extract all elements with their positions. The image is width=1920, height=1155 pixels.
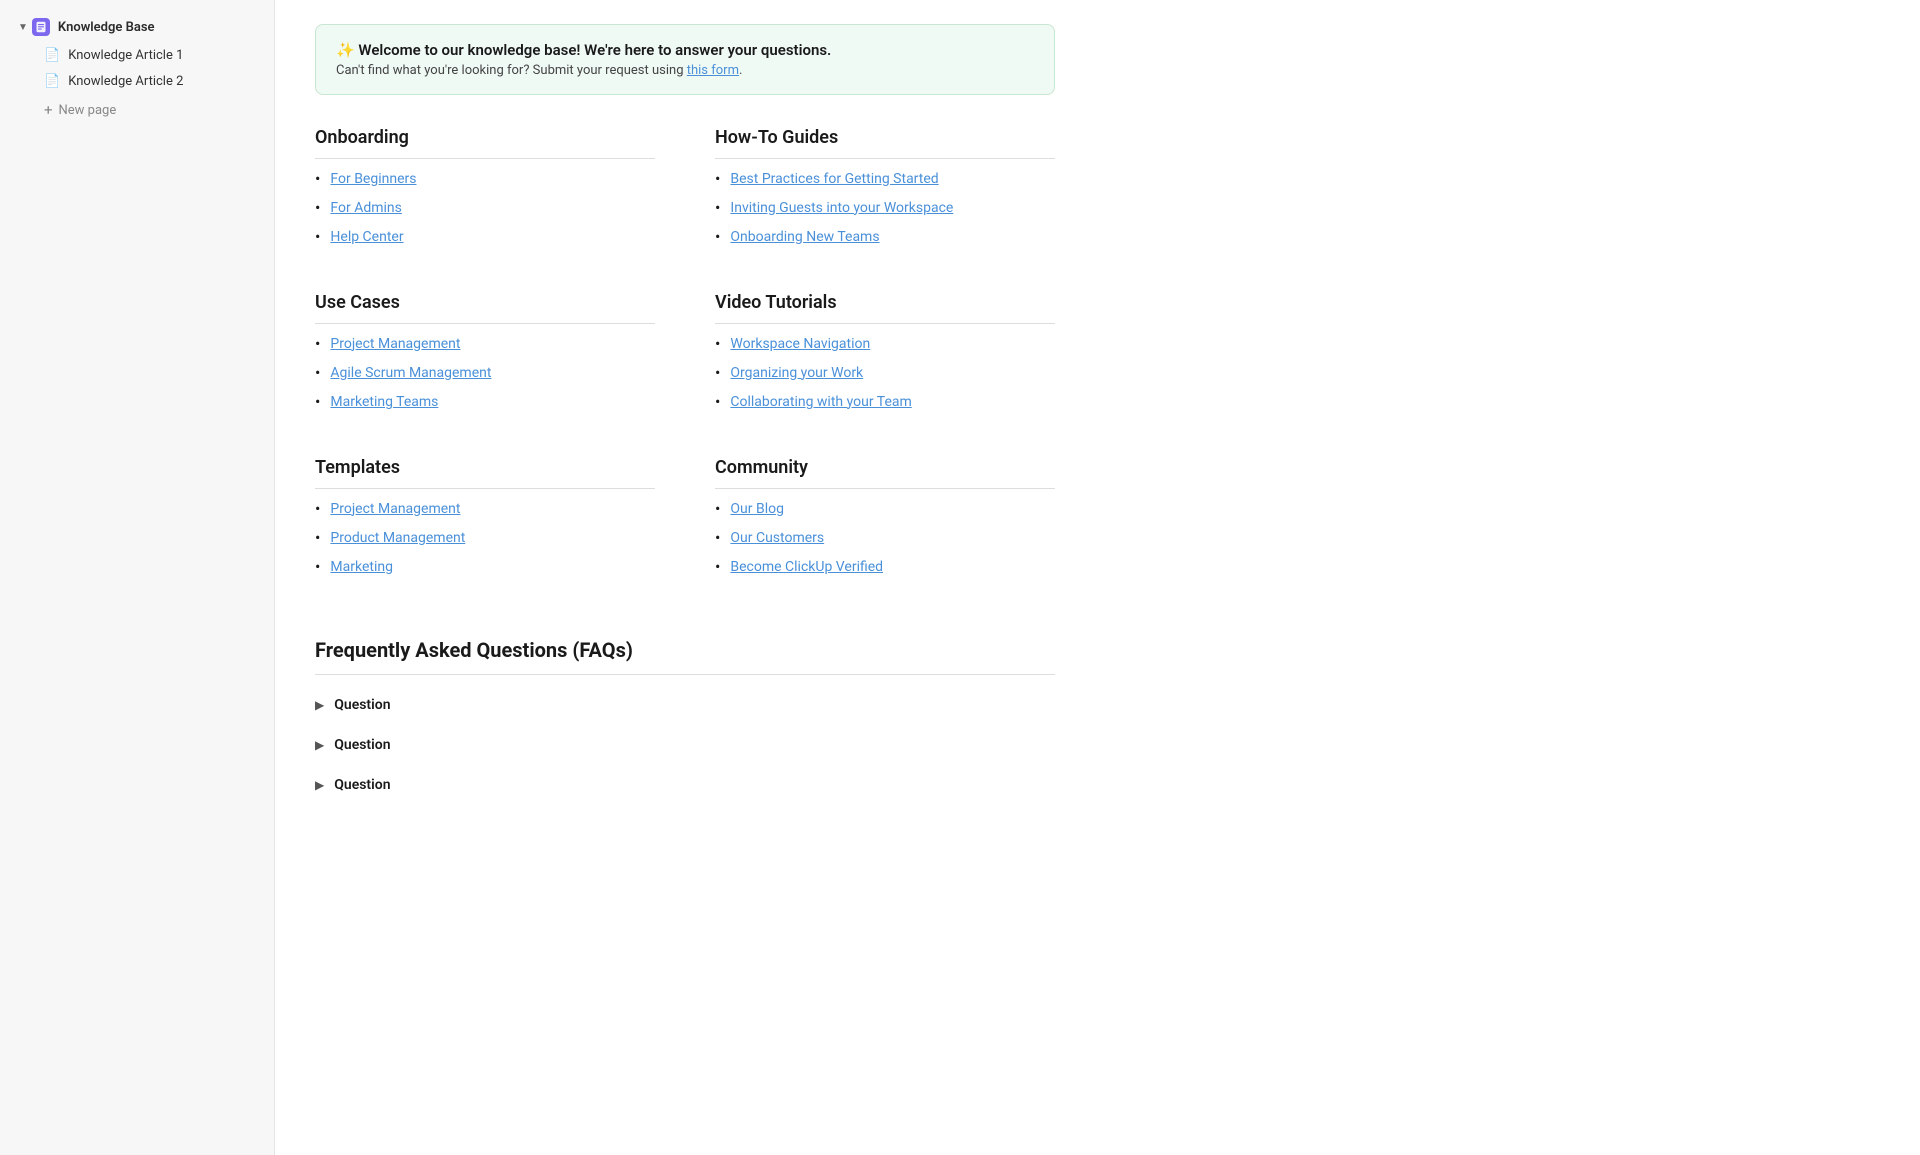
plus-icon: +	[44, 101, 53, 119]
link-workspace-navigation[interactable]: Workspace Navigation	[730, 336, 870, 352]
sidebar-root-label: Knowledge Base	[58, 20, 155, 35]
section-templates-title: Templates	[315, 457, 655, 489]
welcome-title: ✨ Welcome to our knowledge base! We're h…	[336, 41, 1034, 59]
welcome-title-text: Welcome to our knowledge base! We're her…	[358, 41, 831, 59]
list-item: Product Management	[315, 528, 655, 547]
link-clickup-verified[interactable]: Become ClickUp Verified	[730, 559, 883, 575]
link-best-practices[interactable]: Best Practices for Getting Started	[730, 171, 938, 187]
document-icon-1: 📄	[44, 48, 60, 63]
faq-arrow-icon-2: ▶	[315, 738, 324, 752]
sidebar: ▼ Knowledge Base 📄 Knowledge Article 1 📄…	[0, 0, 275, 1155]
section-how-to-guides: How-To Guides Best Practices for Getting…	[715, 127, 1055, 256]
chevron-down-icon: ▼	[18, 22, 28, 33]
list-item: Inviting Guests into your Workspace	[715, 198, 1055, 217]
link-organizing-work[interactable]: Organizing your Work	[730, 365, 863, 381]
sidebar-child-label-1: Knowledge Article 1	[68, 48, 183, 63]
list-item: Organizing your Work	[715, 363, 1055, 382]
list-item: Agile Scrum Management	[315, 363, 655, 382]
welcome-icon: ✨	[336, 41, 355, 59]
link-project-mgmt[interactable]: Project Management	[330, 336, 460, 352]
new-page-label: New page	[59, 103, 117, 118]
welcome-banner: ✨ Welcome to our knowledge base! We're h…	[315, 24, 1055, 95]
list-item: Our Blog	[715, 499, 1055, 518]
list-item: Collaborating with your Team	[715, 392, 1055, 411]
list-item: Help Center	[315, 227, 655, 246]
section-templates-list: Project Management Product Management Ma…	[315, 499, 655, 576]
faq-arrow-icon-1: ▶	[315, 698, 324, 712]
section-how-to-title: How-To Guides	[715, 127, 1055, 159]
section-onboarding-list: For Beginners For Admins Help Center	[315, 169, 655, 246]
section-how-to-list: Best Practices for Getting Started Invit…	[715, 169, 1055, 246]
main-content: ✨ Welcome to our knowledge base! We're h…	[275, 0, 1920, 1155]
faq-question-3: Question	[334, 777, 390, 793]
faq-title: Frequently Asked Questions (FAQs)	[315, 638, 1055, 675]
link-onboarding-new-teams[interactable]: Onboarding New Teams	[730, 229, 879, 245]
new-page-button[interactable]: + New page	[34, 96, 268, 124]
section-community: Community Our Blog Our Customers Become …	[715, 457, 1055, 586]
list-item: For Beginners	[315, 169, 655, 188]
sidebar-item-article-1[interactable]: 📄 Knowledge Article 1	[34, 43, 268, 68]
faq-item-1[interactable]: ▶ Question	[315, 685, 1055, 725]
link-marketing[interactable]: Marketing	[330, 559, 393, 575]
list-item: Workspace Navigation	[715, 334, 1055, 353]
list-item: Our Customers	[715, 528, 1055, 547]
document-icon-2: 📄	[44, 74, 60, 89]
section-onboarding-title: Onboarding	[315, 127, 655, 159]
section-video-tutorials: Video Tutorials Workspace Navigation Org…	[715, 292, 1055, 421]
faq-question-1: Question	[334, 697, 390, 713]
link-for-admins[interactable]: For Admins	[330, 200, 401, 216]
knowledge-base-icon	[32, 18, 50, 36]
sidebar-children: 📄 Knowledge Article 1 📄 Knowledge Articl…	[28, 43, 274, 94]
link-inviting-guests[interactable]: Inviting Guests into your Workspace	[730, 200, 953, 216]
section-community-list: Our Blog Our Customers Become ClickUp Ve…	[715, 499, 1055, 576]
sidebar-child-label-2: Knowledge Article 2	[68, 74, 183, 89]
faq-question-2: Question	[334, 737, 390, 753]
link-marketing-teams[interactable]: Marketing Teams	[330, 394, 438, 410]
link-product-mgmt[interactable]: Product Management	[330, 530, 465, 546]
faq-item-3[interactable]: ▶ Question	[315, 765, 1055, 805]
faq-item-2[interactable]: ▶ Question	[315, 725, 1055, 765]
section-community-title: Community	[715, 457, 1055, 489]
link-our-customers[interactable]: Our Customers	[730, 530, 824, 546]
link-for-beginners[interactable]: For Beginners	[330, 171, 416, 187]
list-item: Project Management	[315, 499, 655, 518]
faq-arrow-icon-3: ▶	[315, 778, 324, 792]
list-item: Project Management	[315, 334, 655, 353]
link-help-center[interactable]: Help Center	[330, 229, 403, 245]
list-item: Best Practices for Getting Started	[715, 169, 1055, 188]
list-item: Onboarding New Teams	[715, 227, 1055, 246]
this-form-link[interactable]: this form	[687, 63, 739, 78]
section-use-cases-title: Use Cases	[315, 292, 655, 324]
section-video-tutorials-title: Video Tutorials	[715, 292, 1055, 324]
list-item: For Admins	[315, 198, 655, 217]
section-onboarding: Onboarding For Beginners For Admins Help…	[315, 127, 655, 256]
link-our-blog[interactable]: Our Blog	[730, 501, 784, 517]
list-item: Become ClickUp Verified	[715, 557, 1055, 576]
sidebar-root-item[interactable]: ▼ Knowledge Base	[6, 12, 268, 42]
section-video-tutorials-list: Workspace Navigation Organizing your Wor…	[715, 334, 1055, 411]
section-use-cases-list: Project Management Agile Scrum Managemen…	[315, 334, 655, 411]
welcome-subtitle-before: Can't find what you're looking for? Subm…	[336, 63, 687, 78]
section-use-cases: Use Cases Project Management Agile Scrum…	[315, 292, 655, 421]
list-item: Marketing Teams	[315, 392, 655, 411]
welcome-subtitle-after: .	[739, 63, 742, 78]
faq-section: Frequently Asked Questions (FAQs) ▶ Ques…	[315, 638, 1055, 805]
sidebar-item-article-2[interactable]: 📄 Knowledge Article 2	[34, 69, 268, 94]
section-templates: Templates Project Management Product Man…	[315, 457, 655, 586]
link-template-project-mgmt[interactable]: Project Management	[330, 501, 460, 517]
link-collaborating-team[interactable]: Collaborating with your Team	[730, 394, 911, 410]
welcome-subtitle: Can't find what you're looking for? Subm…	[336, 63, 1034, 78]
sections-grid: Onboarding For Beginners For Admins Help…	[315, 127, 1055, 622]
list-item: Marketing	[315, 557, 655, 576]
link-agile-scrum[interactable]: Agile Scrum Management	[330, 365, 491, 381]
